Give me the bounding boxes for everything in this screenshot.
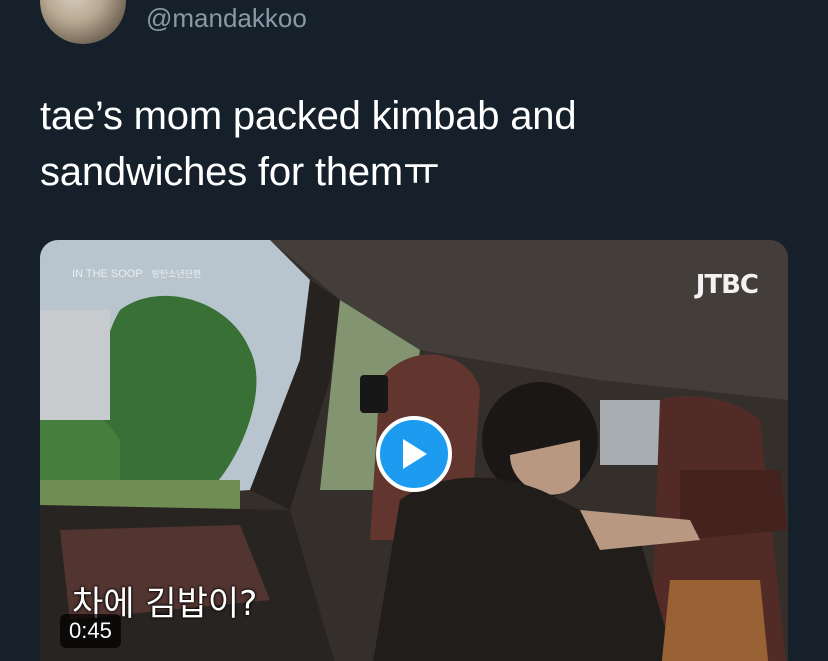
video-duration-badge: 0:45	[60, 614, 121, 648]
show-subtitle: 방탄소년단편	[151, 269, 202, 279]
play-icon	[403, 439, 427, 469]
play-button[interactable]	[376, 416, 452, 492]
broadcaster-logo: JTBC	[695, 270, 759, 300]
user-handle[interactable]: @mandakkoo	[146, 2, 307, 34]
tweet-text: tae’s mom packed kimbab and sandwiches f…	[40, 88, 780, 200]
tweet-text-line-2: sandwiches for themㅠ	[40, 150, 440, 194]
show-logo: IN THE SOOP 방탄소년단편	[72, 268, 201, 280]
tweet-text-line-1: tae’s mom packed kimbab and	[40, 94, 577, 138]
show-title: IN THE SOOP	[72, 268, 143, 280]
video-player[interactable]: IN THE SOOP 방탄소년단편 JTBC 차에 김밥이? 0:45	[40, 240, 788, 661]
avatar[interactable]	[40, 0, 126, 44]
